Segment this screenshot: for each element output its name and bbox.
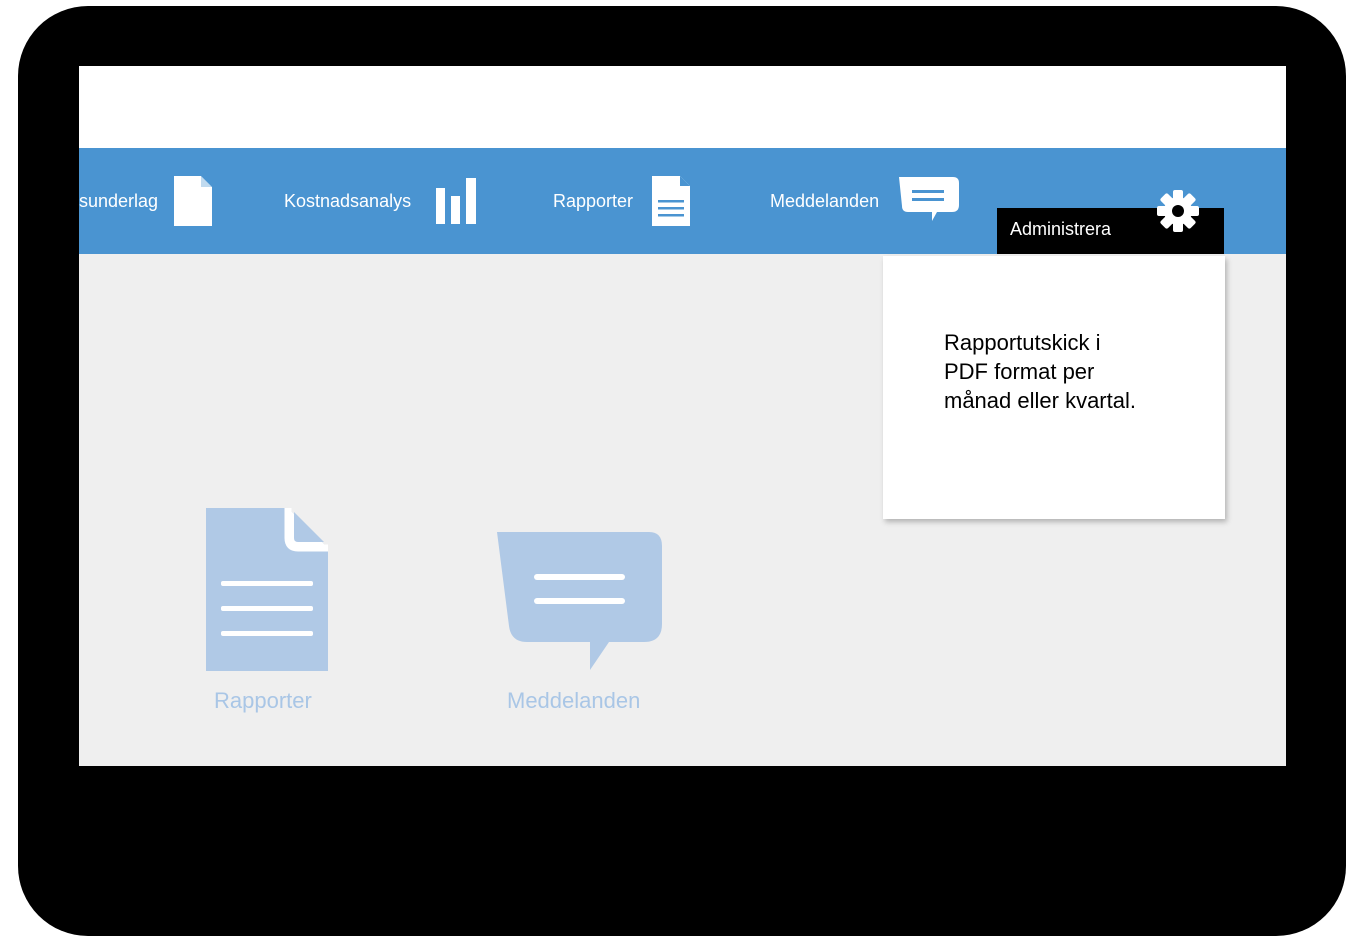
app-screen: sunderlag Kostnadsanalys Rapporter Medde… (79, 66, 1286, 766)
tile-meddelanden[interactable]: Meddelanden (497, 532, 663, 718)
nav-item-administrera[interactable]: Administrera (997, 190, 1224, 254)
nav-item-rapporter[interactable]: Rapporter (553, 148, 691, 254)
top-bar (79, 66, 1286, 148)
nav-item-label: Meddelanden (770, 190, 880, 211)
dropdown-text-line: månad eller kvartal. (944, 388, 1136, 413)
tile-label: Rapporter (214, 688, 312, 713)
bar-chart-icon (436, 178, 477, 224)
nav-item-label: Rapporter (553, 190, 634, 211)
admin-dropdown-panel: Rapportutskick i PDF format per månad el… (883, 256, 1225, 519)
gear-icon (1155, 188, 1201, 239)
dropdown-text-line: PDF format per (944, 359, 1095, 384)
report-icon (652, 176, 691, 226)
report-icon (206, 508, 328, 676)
message-icon (497, 532, 663, 677)
nav-item-meddelanden[interactable]: Meddelanden (770, 148, 960, 254)
nav-item-label: Administrera (1010, 219, 1112, 239)
main-navigation: sunderlag Kostnadsanalys Rapporter Medde… (79, 148, 1286, 254)
tile-label: Meddelanden (507, 688, 641, 713)
tile-rapporter[interactable]: Rapporter (206, 508, 328, 718)
dropdown-description: Rapportutskick i PDF format per månad el… (944, 328, 1184, 415)
nav-item-kostnadsanalys[interactable]: Kostnadsanalys (284, 148, 477, 254)
nav-item-label: sunderlag (79, 190, 159, 211)
nav-item-underlag[interactable]: sunderlag (79, 148, 213, 254)
nav-item-label: Kostnadsanalys (284, 190, 412, 211)
message-icon (899, 175, 960, 227)
dropdown-text-line: Rapportutskick i (944, 330, 1101, 355)
document-icon (174, 176, 213, 226)
